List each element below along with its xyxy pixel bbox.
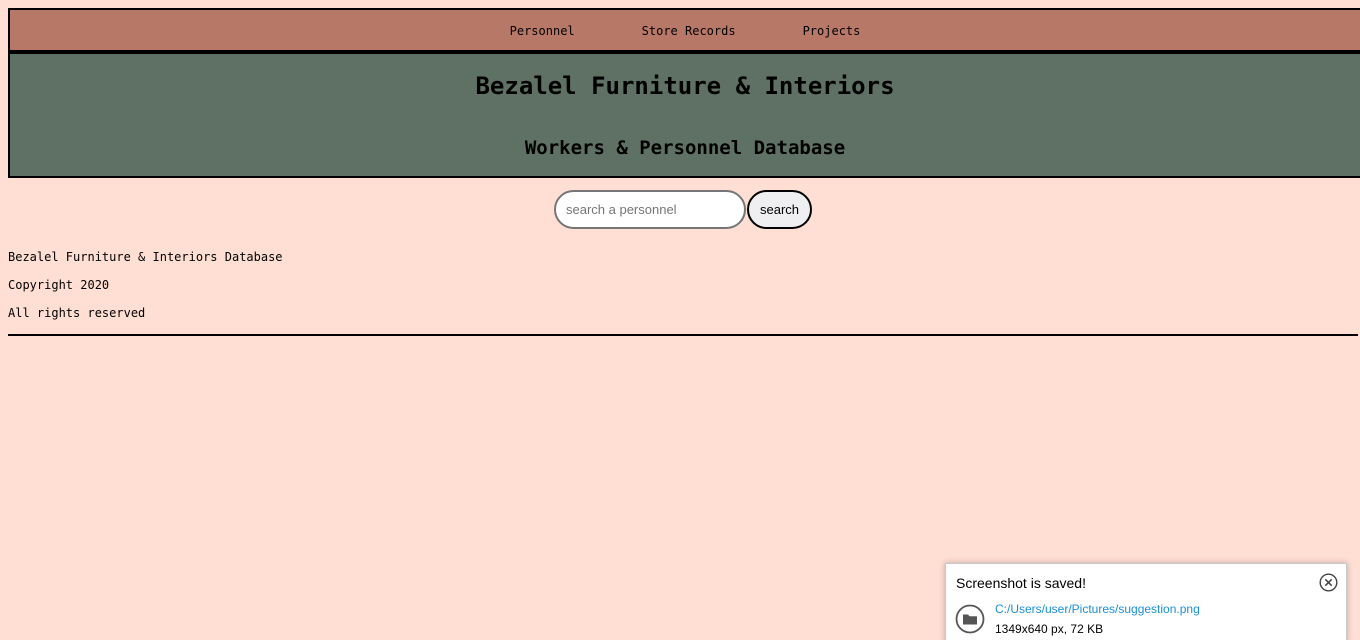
top-nav: Personnel Store Records Projects — [8, 8, 1360, 54]
page-header: Bezalel Furniture & Interiors Workers & … — [8, 54, 1360, 178]
screenshot-toast: Screenshot is saved! C:/Users/user/Pictu… — [945, 563, 1347, 640]
page-subtitle: Workers & Personnel Database — [524, 137, 846, 159]
folder-icon[interactable] — [955, 604, 985, 634]
search-button[interactable]: search — [747, 190, 812, 229]
toast-file-path-link[interactable]: C:/Users/user/Pictures/suggestion.png — [995, 602, 1200, 616]
toast-title: Screenshot is saved! — [956, 575, 1086, 591]
nav-link-projects[interactable]: Projects — [803, 23, 861, 38]
page: Personnel Store Records Projects Bezalel… — [8, 8, 1360, 178]
search-input[interactable] — [554, 190, 746, 229]
nav-link-store-records[interactable]: Store Records — [642, 23, 736, 38]
footer-divider — [8, 334, 1358, 336]
nav-link-personnel[interactable]: Personnel — [510, 23, 575, 38]
footer-company: Bezalel Furniture & Interiors Database — [8, 250, 283, 264]
search-bar: search — [554, 190, 812, 229]
footer-rights: All rights reserved — [8, 306, 146, 320]
page-title: Bezalel Furniture & Interiors — [475, 72, 895, 100]
toast-file-meta: 1349x640 px, 72 KB — [995, 622, 1104, 636]
footer: Bezalel Furniture & Interiors Database C… — [8, 250, 1358, 336]
close-circle-icon[interactable] — [1319, 573, 1338, 592]
footer-copyright: Copyright 2020 — [8, 278, 110, 292]
